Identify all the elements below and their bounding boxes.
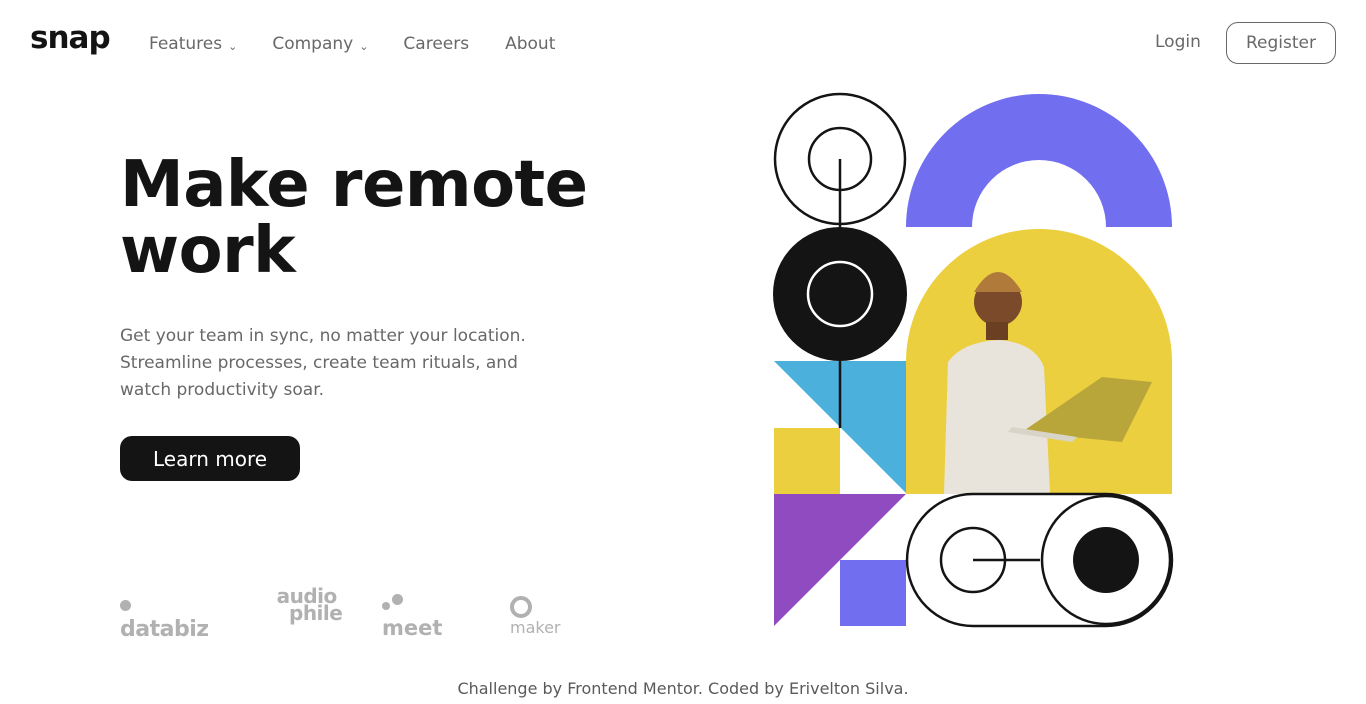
nav-features-label: Features [149,34,223,54]
chevron-down-icon: ⌄ [359,39,369,53]
meet-dot-large-icon [392,594,403,605]
nav-about[interactable]: About [505,32,555,56]
login-link[interactable]: Login [1155,32,1201,52]
nav-company-label: Company [272,34,354,54]
hero-title-line1: Make remote [120,148,588,222]
yellow-square-graphic [774,428,840,494]
nav-company[interactable]: Company ⌄ [272,32,368,56]
meet-dot-small-icon [382,602,390,610]
nav-about-label: About [505,34,556,54]
databiz-label: databiz [120,617,209,642]
hero-title-line2: work [120,214,296,288]
nav-careers[interactable]: Careers [403,32,469,56]
maker-logo: maker [510,596,561,637]
hero-illustration [773,92,1174,628]
nav-careers-label: Careers [403,34,470,54]
audiophile-logo: audio phile [271,586,343,625]
maker-label: maker [510,618,561,637]
register-button[interactable]: Register [1226,22,1336,64]
purple-arch-graphic [906,94,1172,227]
audiophile-line2: phile [289,601,343,625]
hero-text-line2: Streamline processes, create team ritual… [120,353,518,373]
hero-text-line1: Get your team in sync, no matter your lo… [120,326,526,346]
databiz-dot-icon [120,600,131,611]
maker-ring-icon [510,596,532,618]
snap-logo[interactable]: snap [30,20,111,56]
meet-label: meet [382,616,443,640]
hero-title: Make remote work [120,152,680,284]
main-nav: Features ⌄ Company ⌄ Careers About [149,32,555,56]
nav-features[interactable]: Features ⌄ [149,32,237,56]
meet-logo: meet [382,592,442,640]
attribution-footer: Challenge by Frontend Mentor. Coded by E… [457,679,909,698]
person-photo [906,229,1172,494]
hero-text-line3: watch productivity soar. [120,380,325,400]
learn-more-button[interactable]: Learn more [120,436,300,481]
outline-circle-graphic [773,92,907,227]
black-circle-graphic [773,227,907,361]
purple-square-graphic [840,560,906,626]
hero-description: Get your team in sync, no matter your lo… [120,323,590,404]
databiz-logo: databiz [120,592,209,642]
chevron-down-icon: ⌄ [228,39,238,53]
pill-graphic [905,492,1174,628]
